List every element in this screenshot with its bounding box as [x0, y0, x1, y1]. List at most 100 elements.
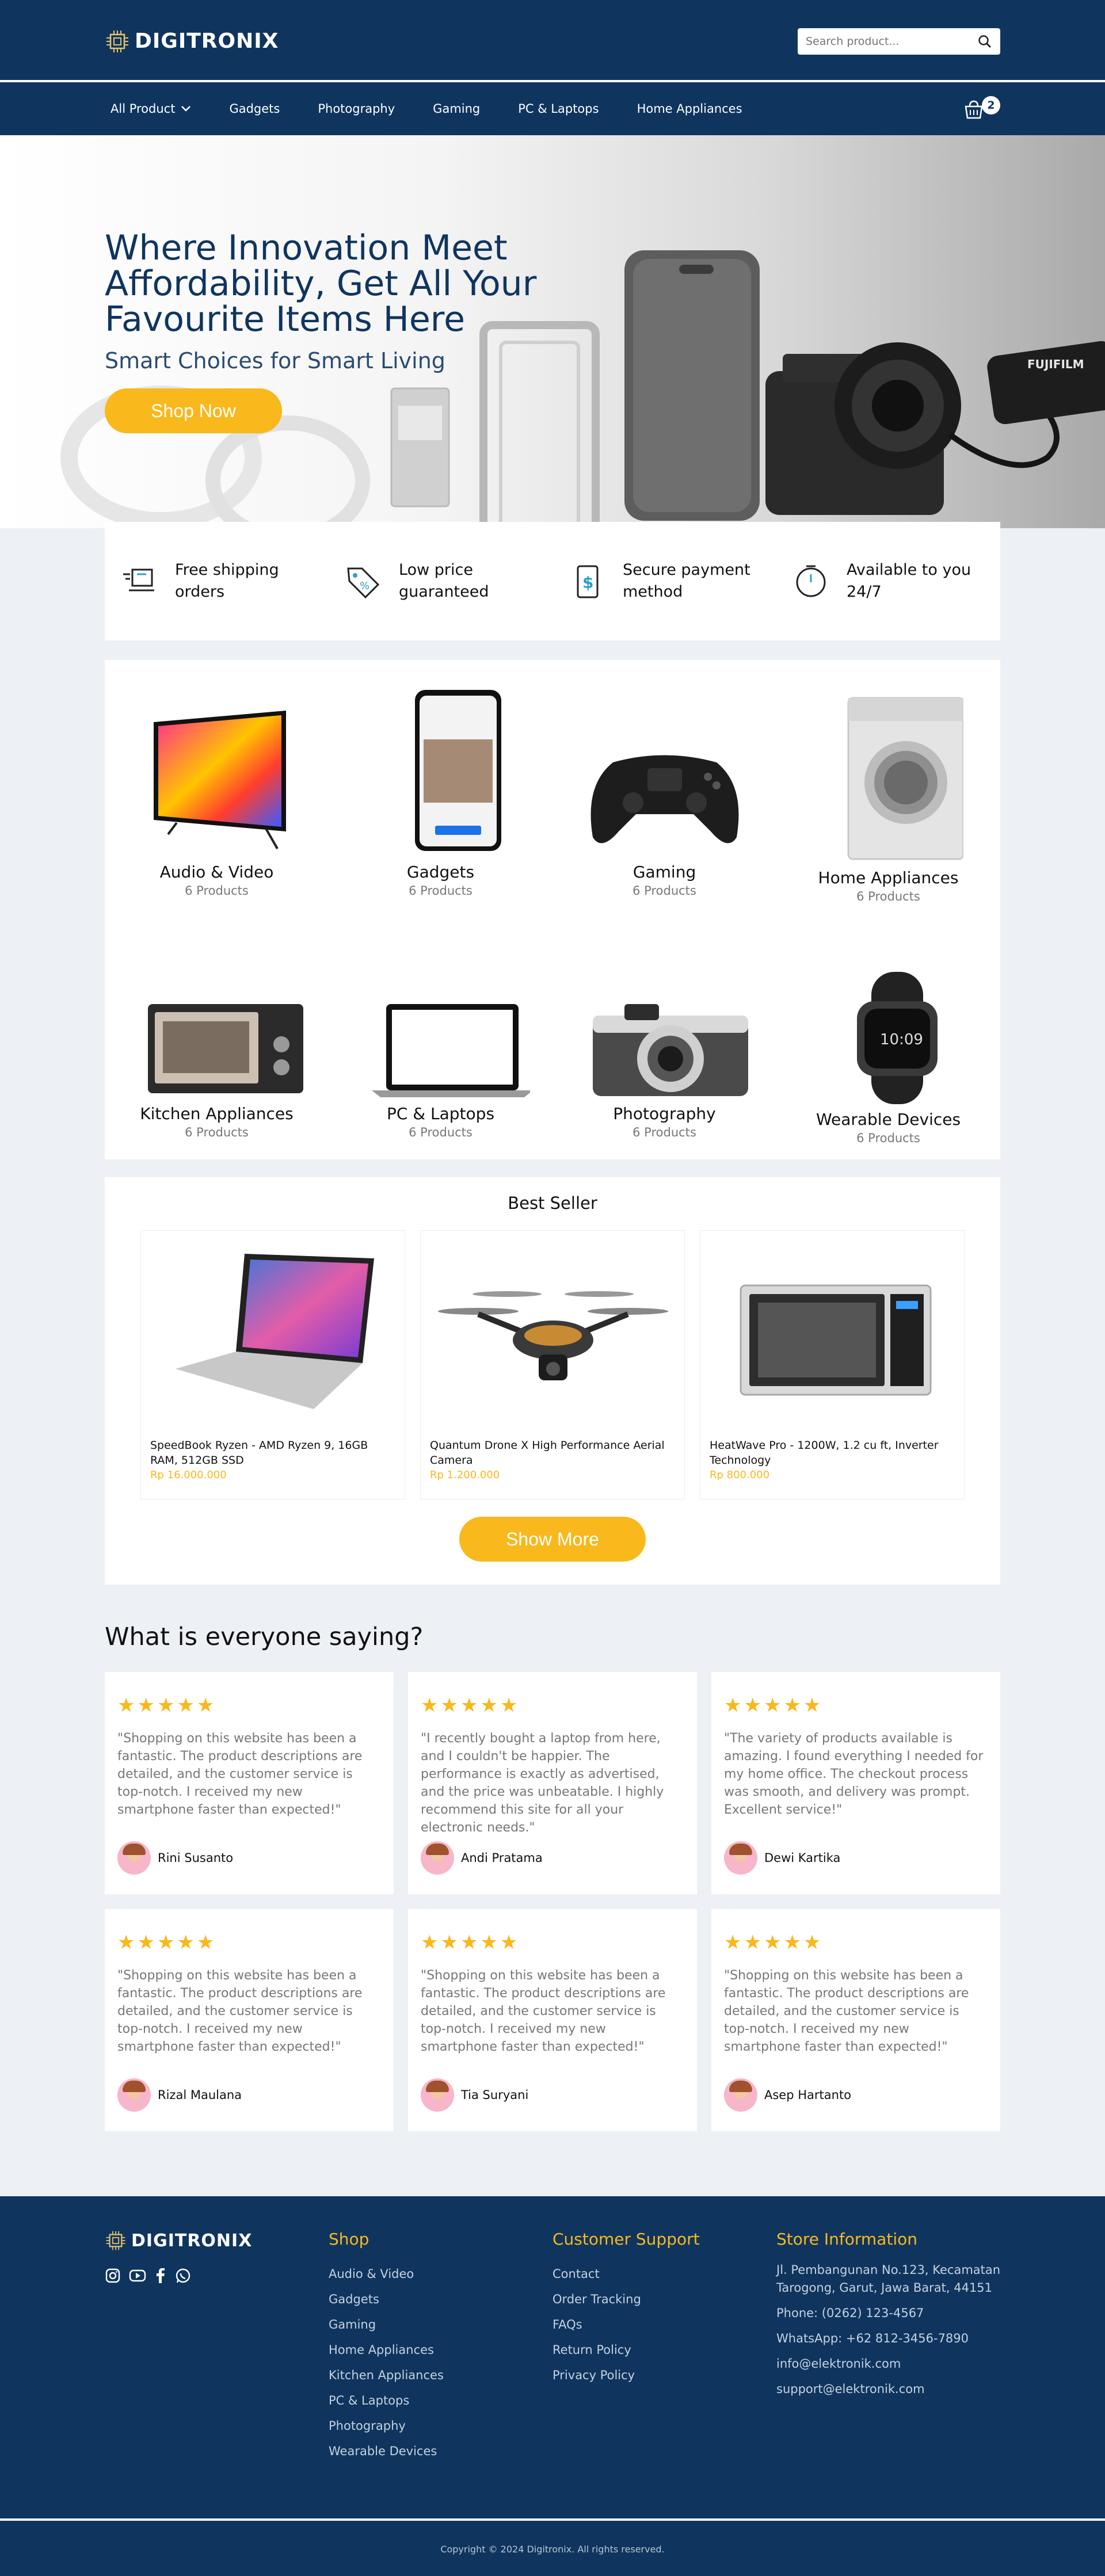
hero-title: Where Innovation Meet Affordability, Get… [105, 228, 537, 339]
features-bar: Free shipping orders % Low price guarant… [105, 522, 1000, 640]
footer-link[interactable]: Gadgets [329, 2287, 444, 2312]
svg-text:FUJIFILM: FUJIFILM [1027, 357, 1084, 371]
footer-shop-column: Shop Audio & Video Gadgets Gaming Home A… [329, 2230, 444, 2464]
show-more-button[interactable]: Show More [459, 1517, 646, 1562]
feature-low-price: % Low price guaranteed [329, 559, 552, 603]
star-rating: ★★★★★ [117, 1694, 217, 1717]
footer-link[interactable]: FAQs [552, 2312, 700, 2337]
social-links [105, 2268, 252, 2284]
footer-link[interactable]: Photography [329, 2413, 444, 2438]
search-box[interactable] [798, 28, 1000, 55]
best-seller-section: Best Seller SpeedBook Ryzen - AMD Ryzen … [105, 1177, 1000, 1585]
best-seller-title: Best Seller [508, 1193, 597, 1213]
feature-available-247: Available to you 24/7 [776, 559, 1000, 603]
store-address: Jl. Pembangunan No.123, Kecamatan Tarogo… [776, 2263, 1001, 2295]
store-email-info[interactable]: info@elektronik.com [776, 2355, 1001, 2373]
footer-link[interactable]: Contact [552, 2261, 700, 2287]
chip-icon [106, 30, 128, 52]
product-card[interactable]: SpeedBook Ryzen - AMD Ryzen 9, 16GB RAM,… [140, 1230, 405, 1499]
footer-link[interactable]: Return Policy [552, 2337, 700, 2363]
category-home-appliances[interactable]: Home Appliances 6 Products [776, 693, 1000, 903]
testimonial-card: ★★★★★ "Shopping on this website has been… [105, 1909, 394, 2131]
payment-icon: $ [577, 565, 599, 598]
top-bar: DIGITRONIX [0, 0, 1105, 82]
nav-bar: All Product Gadgets Photography Gaming P… [0, 82, 1105, 135]
laptop-product-image [176, 1254, 374, 1409]
whatsapp-icon[interactable] [175, 2268, 191, 2284]
store-phone: Phone: (0262) 123-4567 [776, 2306, 924, 2320]
washing-machine-image [847, 697, 964, 860]
product-card[interactable]: HeatWave Pro - 1200W, 1.2 cu ft, Inverte… [700, 1230, 965, 1499]
youtube-icon[interactable] [129, 2268, 146, 2284]
cart-button[interactable]: 2 [963, 96, 1000, 121]
avatar [724, 2078, 757, 2112]
footer-link[interactable]: Order Tracking [552, 2287, 700, 2312]
testimonial-card: ★★★★★ "The variety of products available… [711, 1672, 1000, 1894]
footer-link[interactable]: Audio & Video [329, 2261, 444, 2287]
category-audio-video[interactable]: Audio & Video 6 Products [105, 705, 329, 898]
brand-logo[interactable]: DIGITRONIX [105, 29, 279, 54]
drone-product-image [438, 1291, 668, 1380]
category-pc-laptops[interactable]: PC & Laptops 6 Products [329, 993, 552, 1139]
clock-icon [796, 565, 826, 597]
footer-brand-column: DIGITRONIX [105, 2230, 252, 2284]
footer-link[interactable]: Gaming [329, 2312, 444, 2337]
footer-link[interactable]: Kitchen Appliances [329, 2363, 444, 2388]
smartwatch-image: 10:09 [856, 972, 938, 1104]
camera-image [592, 1004, 748, 1096]
svg-text:%: % [360, 580, 369, 592]
star-rating: ★★★★★ [724, 1694, 824, 1717]
category-gaming[interactable]: Gaming 6 Products [552, 716, 776, 898]
nav-home-appliances[interactable]: Home Appliances [637, 102, 742, 116]
gamepad-image [590, 755, 738, 844]
avatar [724, 1841, 757, 1875]
star-rating: ★★★★★ [421, 1694, 520, 1717]
instagram-icon[interactable] [105, 2268, 121, 2284]
footer-link[interactable]: Privacy Policy [552, 2363, 700, 2388]
avatar [421, 1841, 454, 1875]
store-email-support[interactable]: support@elektronik.com [776, 2380, 1001, 2398]
nav-gadgets[interactable]: Gadgets [229, 102, 280, 116]
microwave-image [147, 1004, 303, 1093]
copyright: Copyright © 2024 Digitronix. All rights … [440, 2544, 665, 2555]
footer-store-column: Store Information Jl. Pembangunan No.123… [776, 2230, 1001, 2406]
svg-text:10:09: 10:09 [880, 1031, 923, 1048]
product-card[interactable]: Quantum Drone X High Performance Aerial … [420, 1230, 685, 1499]
footer-link[interactable]: PC & Laptops [329, 2388, 444, 2413]
avatar [117, 1841, 151, 1875]
svg-text:$: $ [582, 573, 593, 592]
search-input[interactable] [806, 35, 961, 48]
star-rating: ★★★★★ [421, 1931, 520, 1954]
nav-photography[interactable]: Photography [318, 102, 395, 116]
facebook-icon[interactable] [154, 2268, 167, 2284]
cart-count-badge: 2 [982, 96, 1000, 115]
testimonial-card: ★★★★★ "Shopping on this website has been… [408, 1909, 697, 2131]
testimonial-card: ★★★★★ "Shopping on this website has been… [105, 1672, 394, 1894]
nav-all-product[interactable]: All Product [110, 102, 191, 116]
shop-now-button[interactable]: Shop Now [105, 388, 282, 433]
avatar [117, 2078, 151, 2112]
chevron-down-icon [181, 106, 191, 112]
tv-image [153, 711, 286, 849]
category-photography[interactable]: Photography 6 Products [552, 993, 776, 1139]
footer-divider [0, 2518, 1105, 2521]
category-kitchen-appliances[interactable]: Kitchen Appliances 6 Products [105, 993, 329, 1139]
footer-support-column: Customer Support Contact Order Tracking … [552, 2230, 700, 2388]
footer-logo[interactable]: DIGITRONIX [105, 2230, 252, 2251]
feature-secure-payment: $ Secure payment method [552, 559, 776, 603]
star-rating: ★★★★★ [724, 1931, 824, 1954]
footer-link[interactable]: Home Appliances [329, 2337, 444, 2363]
search-icon[interactable] [977, 34, 992, 49]
category-gadgets[interactable]: Gadgets 6 Products [329, 688, 552, 898]
cart-icon [965, 100, 983, 119]
category-wearable-devices[interactable]: 10:09 Wearable Devices 6 Products [776, 970, 1000, 1145]
nav-pc-laptops[interactable]: PC & Laptops [518, 102, 599, 116]
phone-image [414, 690, 501, 851]
testimonial-card: ★★★★★ "I recently bought a laptop from h… [408, 1672, 697, 1894]
nav-gaming[interactable]: Gaming [433, 102, 480, 116]
footer-link[interactable]: Wearable Devices [329, 2438, 444, 2464]
testimonial-card: ★★★★★ "Shopping on this website has been… [711, 1909, 1000, 2131]
testimonials-title: What is everyone saying? [105, 1623, 424, 1651]
chip-icon [106, 2231, 125, 2250]
star-rating: ★★★★★ [117, 1931, 217, 1954]
